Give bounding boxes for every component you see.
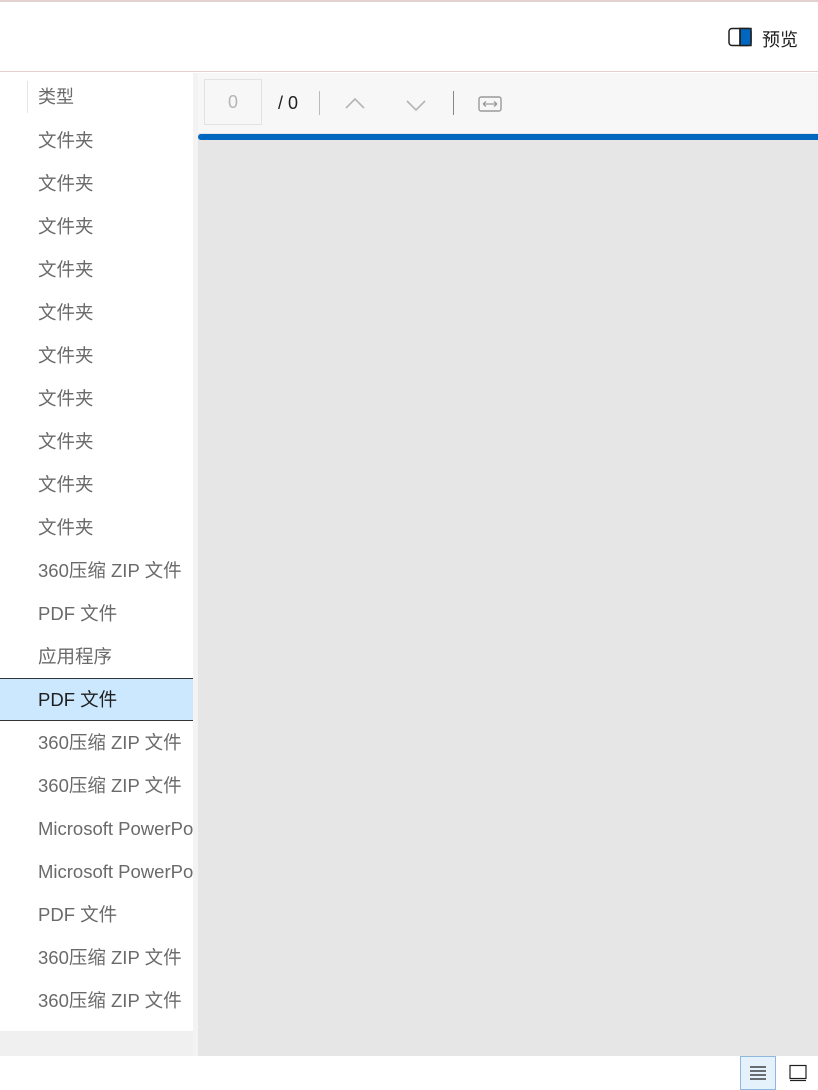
command-bar: 预览: [0, 2, 818, 72]
horizontal-scrollbar[interactable]: [0, 1031, 193, 1056]
preview-pane: 0 / 0: [198, 73, 818, 1056]
next-page-button[interactable]: [403, 91, 429, 117]
file-row-type[interactable]: 文件夹: [0, 162, 193, 205]
details-view-icon: [750, 1066, 766, 1080]
previous-page-button[interactable]: [342, 91, 368, 117]
large-icons-view-button[interactable]: [780, 1056, 816, 1090]
file-row-type[interactable]: 360压缩 ZIP 文件: [0, 764, 193, 807]
chevron-down-icon: [406, 100, 426, 112]
column-header-type[interactable]: 类型: [0, 73, 193, 116]
file-row-type[interactable]: 文件夹: [0, 291, 193, 334]
file-row-type[interactable]: 文件夹: [0, 119, 193, 162]
toolbar-divider: [453, 91, 454, 115]
status-bar: [0, 1056, 818, 1090]
preview-label: 预览: [762, 30, 798, 50]
file-row-type[interactable]: 文件夹: [0, 334, 193, 377]
page-number-input[interactable]: 0: [204, 79, 262, 125]
toolbar-divider: [319, 91, 320, 115]
file-row-type[interactable]: 文件夹: [0, 205, 193, 248]
file-row-type[interactable]: 应用程序: [0, 635, 193, 678]
loading-progress-bar: [198, 134, 818, 140]
file-row-type[interactable]: 360压缩 ZIP 文件: [0, 936, 193, 979]
preview-pane-button[interactable]: 预览: [728, 24, 798, 54]
large-icons-view-icon: [789, 1064, 807, 1082]
file-row-type[interactable]: PDF 文件: [0, 893, 193, 936]
file-row-type[interactable]: 文件夹: [0, 506, 193, 549]
pdf-toolbar: 0 / 0: [198, 73, 818, 133]
file-row-type[interactable]: PDF 文件: [0, 592, 193, 635]
details-view-button[interactable]: [740, 1056, 776, 1090]
file-list: 类型 文件夹 文件夹 文件夹 文件夹 文件夹 文件夹 文件夹 文件夹 文件夹 文件夹 360压缩 Z…: [0, 73, 193, 1056]
file-row-type[interactable]: Microsoft PowerPoint: [0, 807, 193, 850]
file-row-type[interactable]: 360压缩 ZIP 文件: [0, 979, 193, 1022]
panel-split-icon: [728, 27, 752, 52]
chevron-up-icon: [345, 97, 365, 109]
file-row-type[interactable]: 文件夹: [0, 463, 193, 506]
file-rows: 文件夹 文件夹 文件夹 文件夹 文件夹 文件夹 文件夹 文件夹 文件夹 文件夹 360压缩 ZIP …: [0, 119, 193, 1022]
file-row-type[interactable]: 文件夹: [0, 248, 193, 291]
column-header-label: 类型: [38, 87, 74, 107]
file-row-type[interactable]: 文件夹: [0, 377, 193, 420]
file-row-type[interactable]: PDF 文件: [0, 678, 193, 721]
file-row-type[interactable]: Microsoft PowerPoint: [0, 850, 193, 893]
file-row-type[interactable]: 360压缩 ZIP 文件: [0, 721, 193, 764]
file-row-type[interactable]: 360压缩 ZIP 文件: [0, 549, 193, 592]
column-separator[interactable]: [27, 81, 28, 113]
fit-width-button[interactable]: [477, 91, 503, 117]
fit-width-icon: [478, 96, 502, 112]
page-total: / 0: [278, 93, 299, 113]
file-row-type[interactable]: 文件夹: [0, 420, 193, 463]
